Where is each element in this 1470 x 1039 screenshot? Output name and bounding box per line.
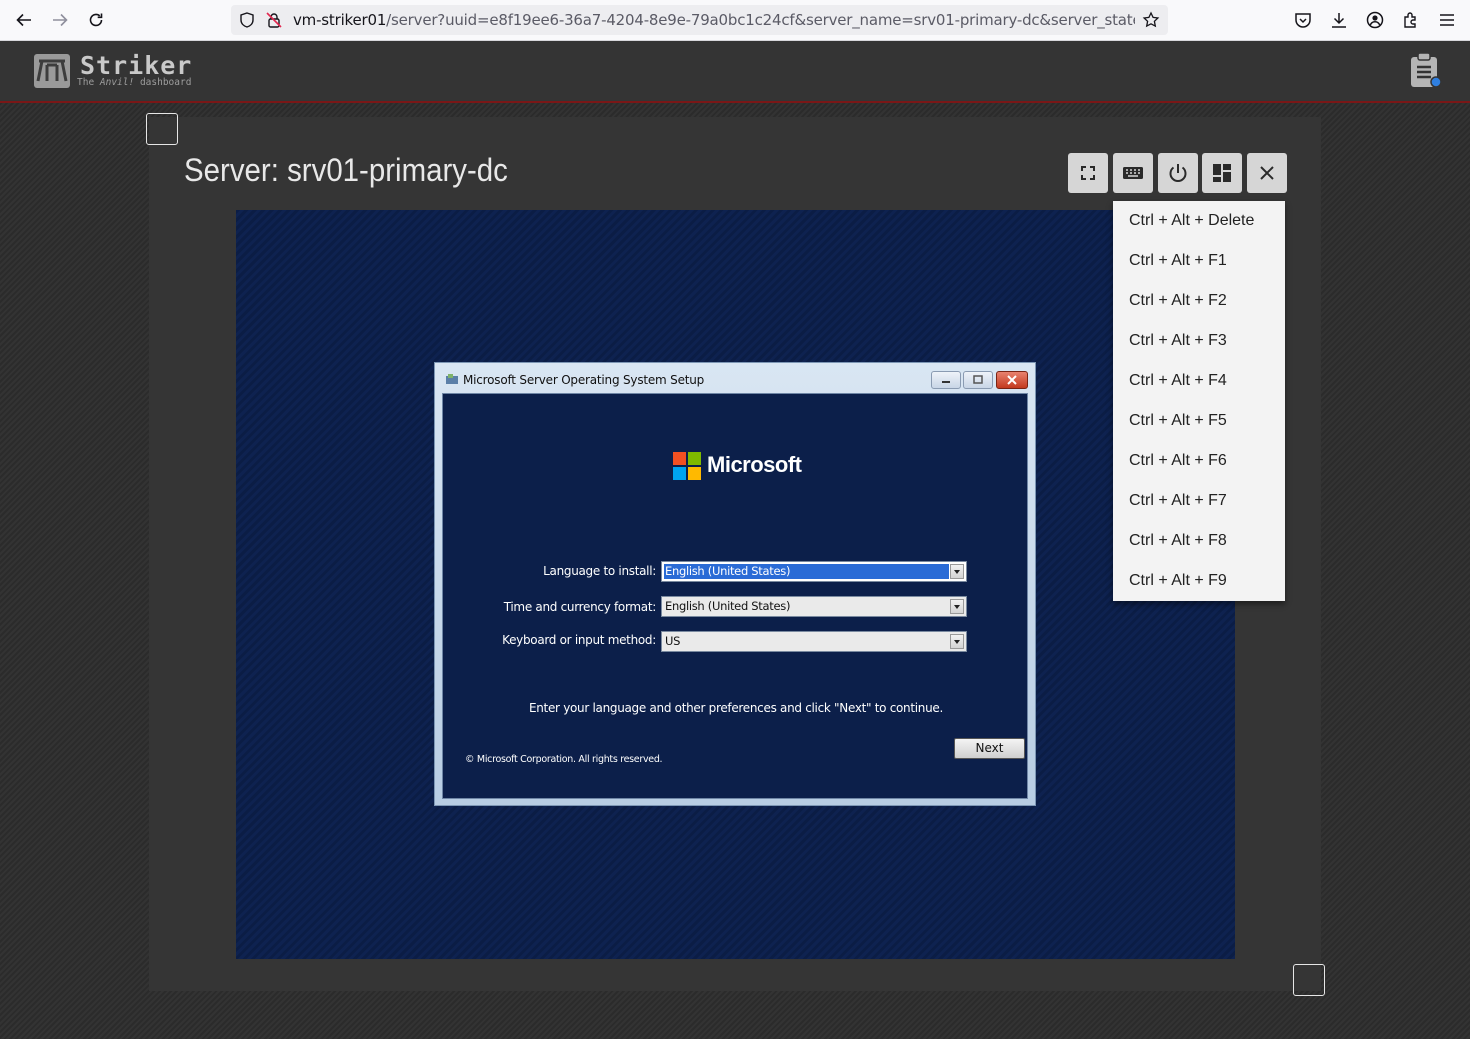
key-combo-ctrl-alt-f4[interactable]: Ctrl + Alt + F4 — [1113, 361, 1285, 401]
app-header: Striker The Anvil! dashboard — [0, 41, 1470, 103]
key-combo-ctrl-alt-f6[interactable]: Ctrl + Alt + F6 — [1113, 441, 1285, 481]
keyboard-method-select-value: US — [665, 634, 681, 648]
shield-icon[interactable] — [238, 11, 256, 29]
back-button[interactable] — [9, 5, 39, 35]
close-button[interactable] — [1247, 153, 1287, 193]
language-select-value: English (United States) — [664, 564, 949, 579]
server-title: Server: srv01-primary-dc — [184, 152, 508, 188]
key-combo-ctrl-alt-f9[interactable]: Ctrl + Alt + F9 — [1113, 561, 1285, 601]
close-icon — [1260, 166, 1274, 180]
microsoft-logo-icon — [673, 452, 701, 480]
bookmark-star-icon[interactable] — [1142, 11, 1160, 29]
logo-subtitle: The Anvil! dashboard — [77, 77, 192, 88]
setup-window-title: Microsoft Server Operating System Setup — [463, 373, 705, 387]
key-combo-ctrl-alt-f2[interactable]: Ctrl + Alt + F2 — [1113, 281, 1285, 321]
time-currency-select-value: English (United States) — [665, 599, 791, 613]
fullscreen-button[interactable] — [1068, 153, 1108, 193]
key-combo-ctrl-alt-f5[interactable]: Ctrl + Alt + F5 — [1113, 401, 1285, 441]
pocket-icon[interactable] — [1293, 10, 1313, 30]
key-combo-menu: Ctrl + Alt + Delete Ctrl + Alt + F1 Ctrl… — [1113, 201, 1285, 601]
microsoft-brand-text: Microsoft — [707, 452, 802, 477]
time-currency-select[interactable]: English (United States) — [661, 596, 967, 617]
power-button[interactable] — [1158, 153, 1198, 193]
language-dropdown-arrow-icon[interactable] — [950, 564, 964, 579]
time-currency-dropdown-arrow-icon[interactable] — [950, 599, 964, 614]
logo-title: Striker — [80, 51, 193, 80]
copyright-text: © Microsoft Corporation. All rights rese… — [465, 754, 663, 765]
url-text[interactable]: vm-striker01/server?uuid=e8f19ee6-36a7-4… — [293, 11, 1135, 29]
key-combo-ctrl-alt-delete[interactable]: Ctrl + Alt + Delete — [1113, 201, 1285, 241]
dashboard-icon — [1213, 164, 1231, 182]
panel-corner-top-left — [146, 113, 178, 145]
setup-hint-text: Enter your language and other preference… — [528, 701, 944, 715]
download-icon[interactable] — [1329, 10, 1349, 30]
dashboard-button[interactable] — [1202, 153, 1242, 193]
key-combo-ctrl-alt-f1[interactable]: Ctrl + Alt + F1 — [1113, 241, 1285, 281]
hamburger-menu-icon[interactable] — [1437, 10, 1457, 30]
key-combo-ctrl-alt-f3[interactable]: Ctrl + Alt + F3 — [1113, 321, 1285, 361]
browser-toolbar: vm-striker01/server?uuid=e8f19ee6-36a7-4… — [0, 0, 1470, 41]
keyboard-icon — [1123, 167, 1143, 179]
keyboard-button[interactable] — [1113, 153, 1153, 193]
extensions-icon[interactable] — [1401, 10, 1421, 30]
url-host: vm-striker01 — [293, 11, 387, 29]
url-path: /server?uuid=e8f19ee6-36a7-4204-8e9e-79a… — [386, 11, 1135, 29]
language-label: Language to install: — [543, 564, 656, 578]
fullscreen-icon — [1081, 166, 1095, 180]
back-arrow-icon — [16, 13, 31, 27]
minimize-icon — [942, 381, 950, 383]
forward-button[interactable] — [45, 5, 75, 35]
maximize-button[interactable] — [963, 371, 993, 389]
window-close-button[interactable] — [996, 371, 1028, 389]
setup-app-icon — [446, 374, 458, 384]
forward-arrow-icon — [53, 13, 68, 27]
window-close-icon — [1007, 375, 1017, 385]
url-bar[interactable]: vm-striker01/server?uuid=e8f19ee6-36a7-4… — [231, 5, 1168, 35]
keyboard-method-select[interactable]: US — [661, 631, 967, 652]
key-combo-ctrl-alt-f8[interactable]: Ctrl + Alt + F8 — [1113, 521, 1285, 561]
insecure-lock-icon[interactable] — [265, 11, 283, 29]
time-currency-label: Time and currency format: — [503, 600, 657, 614]
reload-icon — [89, 13, 103, 27]
panel-corner-bottom-right — [1293, 964, 1325, 996]
next-button[interactable]: Next — [954, 738, 1025, 759]
setup-window-body: Microsoft Language to install: English (… — [442, 393, 1028, 799]
minimize-button[interactable] — [931, 371, 961, 389]
setup-window[interactable]: Microsoft Server Operating System Setup … — [434, 362, 1036, 806]
keyboard-method-dropdown-arrow-icon[interactable] — [950, 634, 964, 649]
clipboard-jobs-icon[interactable] — [1407, 51, 1447, 91]
keyboard-method-label: Keyboard or input method: — [502, 633, 656, 647]
maximize-icon — [973, 375, 983, 384]
striker-logo-icon[interactable] — [34, 54, 70, 88]
language-select[interactable]: English (United States) — [661, 561, 967, 582]
reload-button[interactable] — [81, 5, 111, 35]
power-icon — [1169, 164, 1187, 182]
account-icon[interactable] — [1365, 10, 1385, 30]
key-combo-ctrl-alt-f7[interactable]: Ctrl + Alt + F7 — [1113, 481, 1285, 521]
